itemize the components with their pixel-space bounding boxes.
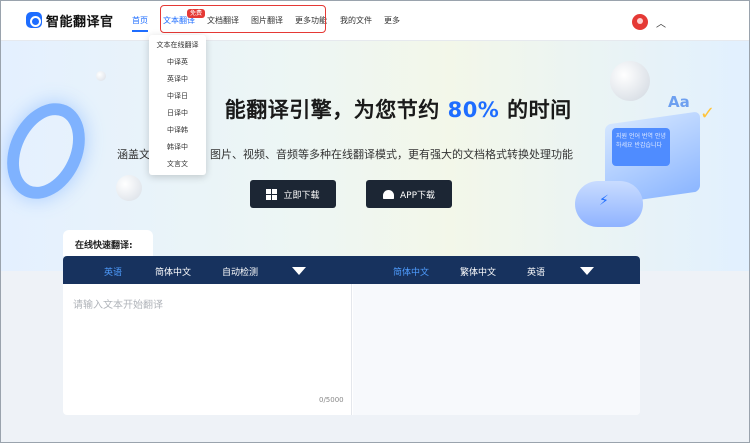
source-lang-dropdown-icon[interactable] bbox=[292, 267, 306, 275]
app-download-label: APP下载 bbox=[399, 190, 435, 201]
dropdown-item[interactable]: 中译日 bbox=[149, 91, 206, 101]
target-lang-chinese[interactable]: 简体中文 bbox=[393, 265, 429, 278]
cloud-lightning-icon bbox=[575, 181, 643, 227]
dropdown-item[interactable]: 中译英 bbox=[149, 57, 206, 67]
glass-ring-decoration bbox=[0, 90, 100, 212]
android-icon bbox=[382, 189, 394, 199]
user-avatar[interactable] bbox=[632, 14, 648, 30]
sphere-decoration bbox=[610, 61, 650, 101]
windows-icon bbox=[266, 188, 278, 200]
source-text-input[interactable] bbox=[63, 284, 352, 415]
aa-text-decoration: Aa bbox=[668, 93, 690, 111]
app-download-button[interactable]: APP下载 bbox=[366, 180, 452, 208]
dropdown-item[interactable]: 英译中 bbox=[149, 74, 206, 84]
language-bar: 英语 简体中文 自动检测 简体中文 繁体中文 英语 bbox=[63, 256, 640, 284]
target-lang-traditional[interactable]: 繁体中文 bbox=[460, 265, 496, 278]
char-counter: 0/5000 bbox=[319, 396, 344, 404]
download-button[interactable]: 立即下载 bbox=[250, 180, 336, 208]
translation-output bbox=[353, 284, 640, 415]
top-header: 智能翻译官 首页 文本翻译 免费 文档翻译 图片翻译 更多功能 我的文件 更多 … bbox=[0, 0, 750, 41]
check-icon: ✓ bbox=[700, 103, 716, 124]
dropdown-item[interactable]: 中译韩 bbox=[149, 125, 206, 135]
chevron-up-icon[interactable]: ︿ bbox=[656, 15, 666, 30]
nav-my-files[interactable]: 我的文件 bbox=[340, 15, 372, 26]
nav-more[interactable]: 更多 bbox=[384, 15, 400, 26]
sphere-decoration bbox=[116, 175, 142, 201]
source-lang-auto[interactable]: 自动检测 bbox=[222, 265, 258, 278]
brand-name[interactable]: 智能翻译官 bbox=[46, 11, 114, 30]
nav-active-underline bbox=[132, 30, 148, 32]
download-button-label: 立即下载 bbox=[283, 190, 320, 201]
sphere-decoration bbox=[96, 71, 106, 81]
document-card-decoration: 지원 언어 번역 안녕하세요 반갑습니다 bbox=[612, 128, 670, 166]
quick-translate-label: 在线快速翻译: bbox=[63, 230, 153, 256]
target-lang-english[interactable]: 英语 bbox=[527, 265, 545, 278]
nav-home[interactable]: 首页 bbox=[132, 15, 148, 26]
source-lang-english[interactable]: 英语 bbox=[104, 265, 122, 278]
text-translate-dropdown: 文本在线翻译 中译英 英译中 中译日 日译中 中译韩 韩译中 文言文 bbox=[149, 35, 206, 175]
hero-title: A能翻译引擎，为您节约 80% 的时间 bbox=[160, 98, 572, 122]
target-lang-dropdown-icon[interactable] bbox=[580, 267, 594, 275]
dropdown-item[interactable]: 文言文 bbox=[149, 159, 206, 169]
translation-panel: 0/5000 bbox=[63, 284, 640, 415]
dropdown-item[interactable]: 文本在线翻译 bbox=[149, 40, 206, 50]
dropdown-item[interactable]: 日译中 bbox=[149, 108, 206, 118]
dropdown-item[interactable]: 韩译中 bbox=[149, 142, 206, 152]
source-lang-chinese[interactable]: 简体中文 bbox=[155, 265, 191, 278]
nav-highlight-box bbox=[160, 5, 326, 33]
logo-icon[interactable] bbox=[26, 12, 42, 28]
